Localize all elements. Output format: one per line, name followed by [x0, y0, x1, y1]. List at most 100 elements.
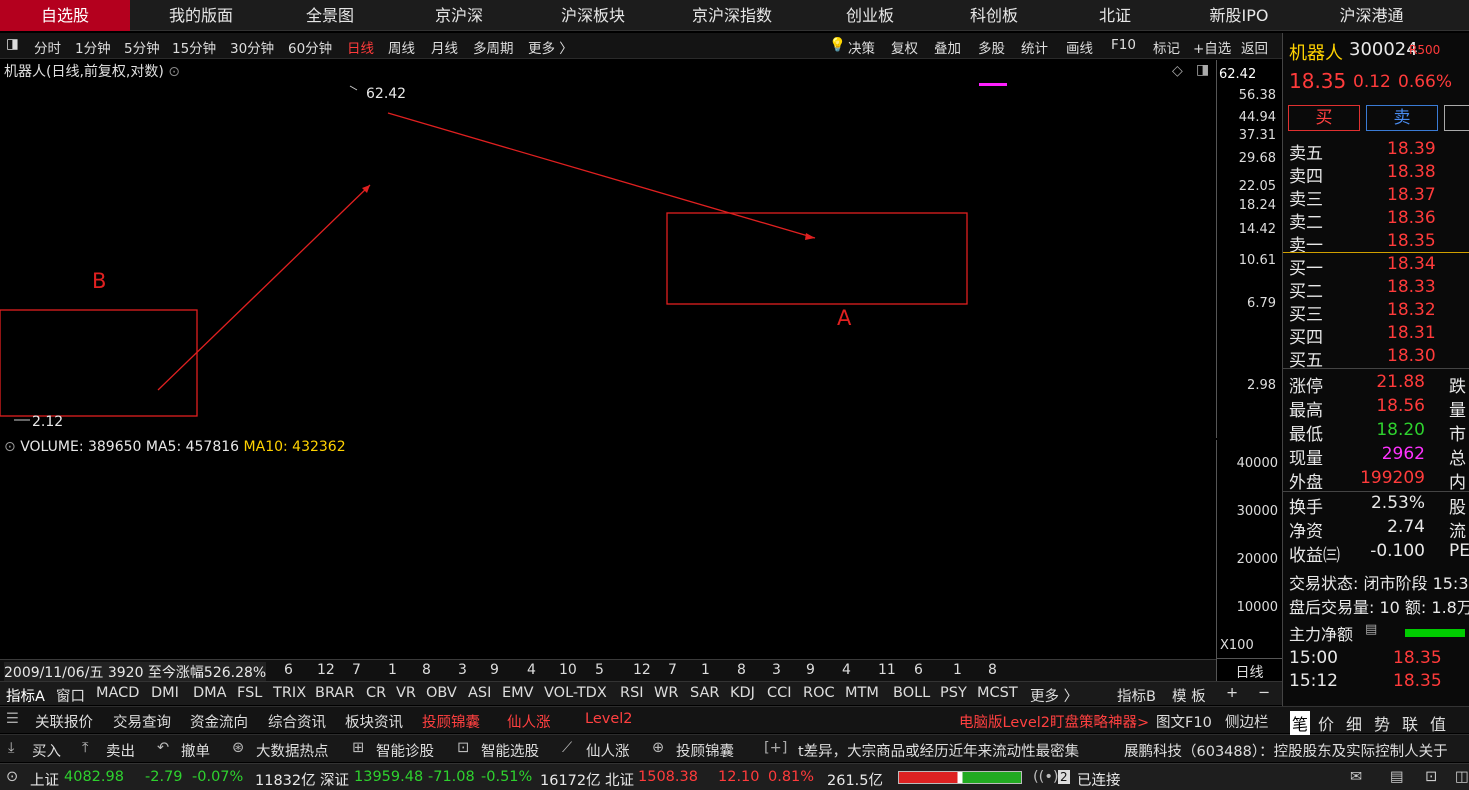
indicator-tab-8[interactable]: CR	[366, 685, 386, 701]
indicator-tab-13[interactable]: VOL-TDX	[544, 685, 607, 701]
detail-tab-0[interactable]: 笔	[1290, 711, 1311, 735]
period-tab-7[interactable]: 周线	[388, 37, 415, 57]
nav-tab-7[interactable]: 科创板	[932, 0, 1056, 31]
expand-icon[interactable]: ⊙	[6, 769, 18, 785]
indicator-tab-17[interactable]: KDJ	[730, 685, 755, 701]
ticker-text[interactable]: t差异，大宗商品或经历近年来流动性最密集	[798, 740, 1079, 761]
period-tab-6[interactable]: 日线	[347, 37, 374, 57]
func-right-1[interactable]: 图文F10	[1156, 711, 1212, 732]
tool-tab-5[interactable]: 画线	[1066, 37, 1093, 57]
detail-tab-3[interactable]: 势	[1374, 711, 1390, 735]
indicator-tab-21[interactable]: BOLL	[893, 685, 930, 701]
func-tab-6[interactable]: 仙人涨	[507, 711, 551, 732]
tool-tab-0[interactable]: 决策	[848, 37, 875, 57]
volume-toggle-icon[interactable]: ⊙	[4, 439, 16, 455]
action-3[interactable]: 大数据热点	[256, 740, 329, 761]
detail-tab-2[interactable]: 细	[1346, 711, 1362, 735]
action-4[interactable]: 智能诊股	[376, 740, 434, 761]
price-chart[interactable]: B A 62.42 2.12 $$$$$定$解$跌榜财	[0, 80, 1216, 440]
bid-price[interactable]: 18.34	[1387, 254, 1436, 274]
ask-price[interactable]: 18.35	[1387, 231, 1436, 251]
indicator-tab-20[interactable]: MTM	[845, 685, 879, 701]
indicator-tab-0[interactable]: 指标A	[6, 685, 45, 706]
sell-button[interactable]: 卖	[1366, 105, 1438, 131]
indicator-right-2[interactable]: +	[1226, 685, 1238, 701]
indicator-tab-7[interactable]: BRAR	[315, 685, 354, 701]
indicator-tab-18[interactable]: CCI	[767, 685, 792, 701]
monitor-icon[interactable]: ⊡	[1425, 769, 1437, 785]
nav-tab-0[interactable]: 自选股	[0, 0, 130, 31]
indicator-tab-23[interactable]: MCST	[977, 685, 1018, 701]
tool-tab-6[interactable]: F10	[1111, 37, 1136, 53]
nav-tab-4[interactable]: 沪深板块	[530, 0, 656, 31]
nav-tab-10[interactable]: 沪深港通	[1304, 0, 1439, 31]
func-right-2[interactable]: 侧边栏	[1225, 711, 1269, 732]
bid-price[interactable]: 18.33	[1387, 277, 1436, 297]
indicator-tab-10[interactable]: OBV	[426, 685, 457, 701]
period-tab-8[interactable]: 月线	[431, 37, 458, 57]
action-1[interactable]: 卖出	[106, 740, 135, 761]
period-tab-2[interactable]: 5分钟	[124, 37, 160, 57]
indicator-tab-5[interactable]: FSL	[237, 685, 262, 701]
tool-tab-3[interactable]: 多股	[978, 37, 1005, 57]
indicator-right-3[interactable]: −	[1258, 685, 1270, 701]
period-tab-3[interactable]: 15分钟	[172, 37, 216, 57]
detail-tab-4[interactable]: 联	[1402, 711, 1418, 735]
indicator-tab-16[interactable]: SAR	[690, 685, 719, 701]
indicator-right-1[interactable]: 模 板	[1172, 685, 1206, 706]
nav-tab-9[interactable]: 新股IPO	[1174, 0, 1304, 31]
nav-tab-1[interactable]: 我的版面	[130, 0, 272, 31]
ticker-text-2[interactable]: 展鹏科技（603488）：控股股东及实际控制人关于	[1124, 740, 1448, 761]
action-5[interactable]: 智能选股	[481, 740, 539, 761]
tool-tab-1[interactable]: 复权	[891, 37, 918, 57]
nav-tab-3[interactable]: 京沪深	[388, 0, 530, 31]
period-tab-4[interactable]: 30分钟	[230, 37, 274, 57]
indicator-tab-15[interactable]: WR	[654, 685, 678, 701]
tool-tab-8[interactable]: +自选	[1193, 37, 1231, 57]
bid-price[interactable]: 18.32	[1387, 300, 1436, 320]
nav-tab-8[interactable]: 北证	[1056, 0, 1174, 31]
detail-tab-1[interactable]: 价	[1318, 711, 1334, 735]
list-icon[interactable]: ☰	[6, 711, 19, 727]
buy-button[interactable]: 买	[1288, 105, 1360, 131]
period-label[interactable]: 日线	[1216, 658, 1282, 681]
diamond-icon[interactable]: ◇	[1172, 63, 1183, 79]
ask-price[interactable]: 18.39	[1387, 139, 1436, 159]
func-tab-2[interactable]: 资金流向	[190, 711, 248, 732]
indicator-right-0[interactable]: 指标B	[1117, 685, 1156, 706]
func-tab-7[interactable]: Level2	[585, 711, 633, 727]
trend-arrow-up[interactable]	[157, 184, 371, 391]
func-tab-4[interactable]: 板块资讯	[345, 711, 403, 732]
nav-tab-2[interactable]: 全景图	[272, 0, 388, 31]
title-dropdown-icon[interactable]: ⊙	[168, 64, 180, 80]
period-tab-1[interactable]: 1分钟	[75, 37, 111, 57]
volume-chart[interactable]	[0, 440, 1216, 658]
nav-tab-6[interactable]: 创业板	[808, 0, 932, 31]
indicator-tab-14[interactable]: RSI	[620, 685, 644, 701]
func-tab-0[interactable]: 关联报价	[35, 711, 93, 732]
indicator-tab-22[interactable]: PSY	[940, 685, 967, 701]
func-tab-1[interactable]: 交易查询	[113, 711, 171, 732]
action-7[interactable]: 投顾锦囊	[676, 740, 734, 761]
tool-tab-4[interactable]: 统计	[1021, 37, 1048, 57]
indicator-tab-3[interactable]: DMI	[151, 685, 179, 701]
bid-price[interactable]: 18.30	[1387, 346, 1436, 366]
func-tab-5[interactable]: 投顾锦囊	[422, 711, 480, 732]
tool-tab-2[interactable]: 叠加	[934, 37, 961, 57]
indicator-tab-11[interactable]: ASI	[468, 685, 491, 701]
main-force-icon[interactable]: ▤	[1365, 622, 1377, 637]
bid-price[interactable]: 18.31	[1387, 323, 1436, 343]
indicator-tab-19[interactable]: ROC	[803, 685, 835, 701]
tool-tab-7[interactable]: 标记	[1153, 37, 1180, 57]
tool-tab-9[interactable]: 返回	[1241, 37, 1268, 57]
add-icon[interactable]: [+]	[764, 740, 787, 756]
indicator-tab-1[interactable]: 窗口	[56, 685, 85, 706]
ask-price[interactable]: 18.38	[1387, 162, 1436, 182]
more-icon[interactable]: ◫	[1455, 769, 1469, 785]
box-a[interactable]	[666, 212, 968, 305]
detail-tab-5[interactable]: 值	[1430, 711, 1446, 735]
more-trade-button[interactable]	[1444, 105, 1469, 131]
indicator-tab-24[interactable]: 更多 〉	[1030, 685, 1078, 706]
indicator-tab-2[interactable]: MACD	[96, 685, 139, 701]
message-icon[interactable]: ▤	[1390, 769, 1404, 785]
